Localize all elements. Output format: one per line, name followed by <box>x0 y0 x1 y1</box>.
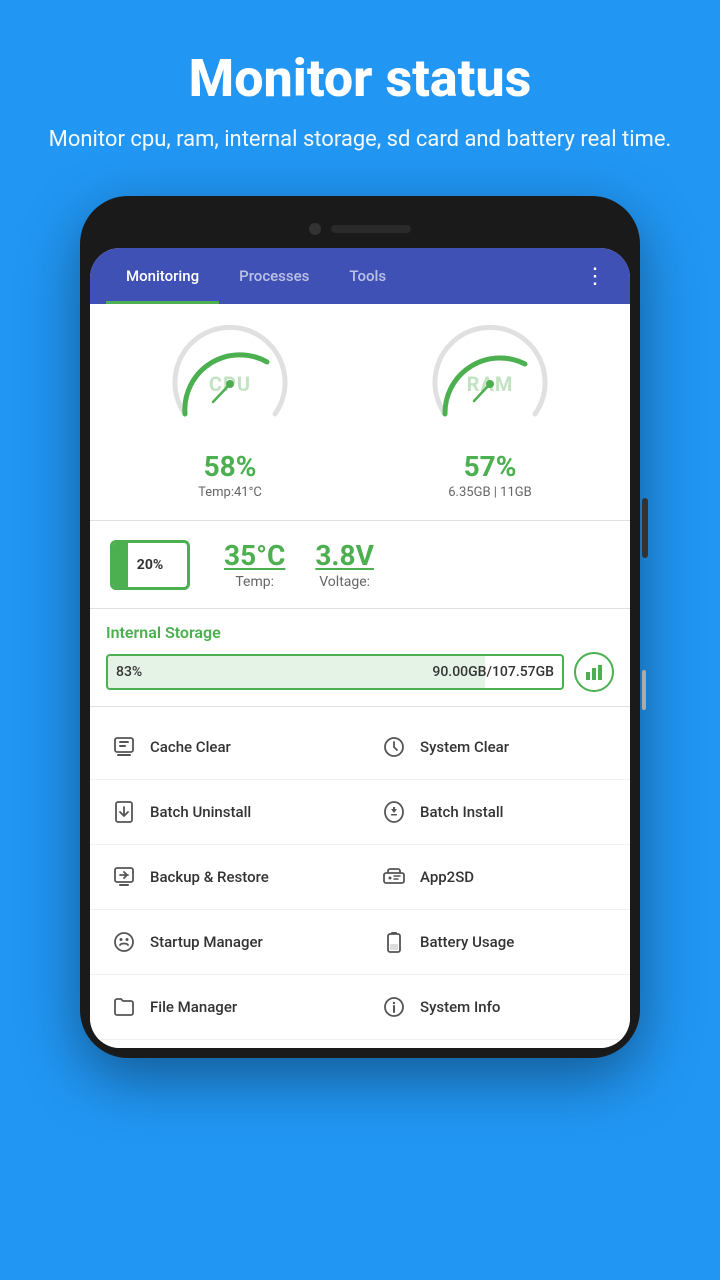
batch-uninstall-label: Batch Uninstall <box>150 803 251 821</box>
app2sd-icon <box>380 863 408 891</box>
cpu-temp: Temp:41°C <box>198 485 262 500</box>
storage-title: Internal Storage <box>106 623 614 642</box>
tool-battery-usage[interactable]: Battery Usage <box>360 910 630 975</box>
tool-app2sd[interactable]: App2SD <box>360 845 630 910</box>
startup-manager-icon <box>110 928 138 956</box>
battery-row: 20% 35°C Temp: 3.8V Voltage: <box>90 521 630 609</box>
tool-file-manager[interactable]: File Manager <box>90 975 360 1040</box>
battery-temp-label: Temp: <box>235 574 274 590</box>
gauges-row: CPU 58% Temp:41°C <box>90 304 630 521</box>
startup-manager-label: Startup Manager <box>150 933 263 951</box>
cache-clear-icon <box>110 733 138 761</box>
tool-batch-uninstall[interactable]: Batch Uninstall <box>90 780 360 845</box>
tool-system-clear[interactable]: System Clear <box>360 715 630 780</box>
battery-usage-label: Battery Usage <box>420 933 514 951</box>
phone-side-button <box>642 498 648 558</box>
storage-bar: 83% 90.00GB/107.57GB <box>106 654 564 690</box>
batch-install-label: Batch Install <box>420 803 504 821</box>
tool-backup-restore[interactable]: Backup & Restore <box>90 845 360 910</box>
system-info-icon <box>380 993 408 1021</box>
tools-section: Cache Clear System Clear <box>90 707 630 1048</box>
system-info-label: System Info <box>420 998 500 1016</box>
cpu-label: CPU <box>209 372 251 396</box>
ram-circle: RAM <box>430 324 550 444</box>
tools-grid: Cache Clear System Clear <box>90 715 630 1040</box>
cpu-percent: 58% <box>204 450 257 483</box>
battery-usage-icon <box>380 928 408 956</box>
app-header: Monitoring Processes Tools ⋮ <box>90 248 630 304</box>
backup-restore-label: Backup & Restore <box>150 868 269 886</box>
battery-icon: 20% <box>110 540 200 590</box>
app-tabs: Monitoring Processes Tools <box>106 248 576 304</box>
batch-uninstall-icon <box>110 798 138 826</box>
ram-label: RAM <box>467 372 514 396</box>
tab-monitoring[interactable]: Monitoring <box>106 248 219 304</box>
storage-bar-text: 83% 90.00GB/107.57GB <box>116 664 554 680</box>
phone-camera <box>309 223 321 235</box>
battery-percent: 20% <box>137 557 163 573</box>
phone-screen: Monitoring Processes Tools ⋮ <box>90 248 630 1048</box>
scroll-indicator <box>642 670 646 710</box>
phone-speaker <box>331 225 411 233</box>
backup-restore-icon <box>110 863 138 891</box>
battery-body: 20% <box>110 540 190 590</box>
battery-voltage-value: 3.8V <box>315 539 374 572</box>
batch-install-icon <box>380 798 408 826</box>
hero-subtitle: Monitor cpu, ram, internal storage, sd c… <box>40 123 680 156</box>
ram-gauge: RAM 57% 6.35GB | 11GB <box>360 324 620 500</box>
menu-icon[interactable]: ⋮ <box>576 256 614 297</box>
app2sd-label: App2SD <box>420 868 474 886</box>
file-manager-label: File Manager <box>150 998 237 1016</box>
tool-cache-clear[interactable]: Cache Clear <box>90 715 360 780</box>
file-manager-icon <box>110 993 138 1021</box>
tool-system-info[interactable]: System Info <box>360 975 630 1040</box>
system-clear-label: System Clear <box>420 738 509 756</box>
system-clear-icon <box>380 733 408 761</box>
hero-title: Monitor status <box>40 50 680 107</box>
storage-bar-container: 83% 90.00GB/107.57GB <box>106 652 614 692</box>
battery-temp-stat: 35°C Temp: <box>224 539 285 590</box>
storage-section: Internal Storage 83% 90.00GB/107.57GB <box>90 609 630 707</box>
battery-stats: 35°C Temp: 3.8V Voltage: <box>224 539 374 590</box>
tab-processes[interactable]: Processes <box>219 248 329 304</box>
storage-detail: 90.00GB/107.57GB <box>432 664 554 680</box>
battery-fill <box>113 543 128 587</box>
ram-percent: 57% <box>464 450 517 483</box>
battery-voltage-label: Voltage: <box>319 574 370 590</box>
cpu-circle: CPU <box>170 324 290 444</box>
ram-detail: 6.35GB | 11GB <box>448 485 532 500</box>
tab-tools[interactable]: Tools <box>329 248 406 304</box>
phone-frame: Monitoring Processes Tools ⋮ <box>80 196 640 1058</box>
battery-voltage-stat: 3.8V Voltage: <box>315 539 374 590</box>
tool-startup-manager[interactable]: Startup Manager <box>90 910 360 975</box>
storage-percent: 83% <box>116 664 142 680</box>
battery-temp-value: 35°C <box>224 539 285 572</box>
cache-clear-label: Cache Clear <box>150 738 231 756</box>
phone-container: Monitoring Processes Tools ⋮ <box>0 186 720 1058</box>
hero-section: Monitor status Monitor cpu, ram, interna… <box>0 0 720 186</box>
phone-notch <box>90 214 630 244</box>
cpu-gauge: CPU 58% Temp:41°C <box>100 324 360 500</box>
tool-batch-install[interactable]: Batch Install <box>360 780 630 845</box>
storage-chart-button[interactable] <box>574 652 614 692</box>
